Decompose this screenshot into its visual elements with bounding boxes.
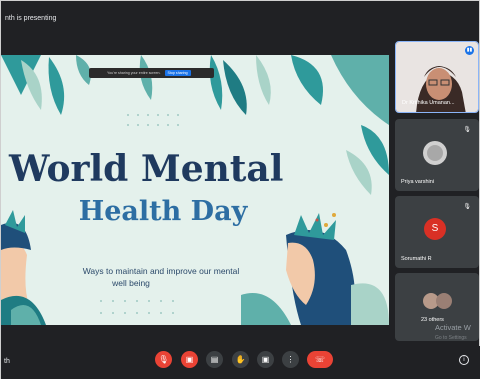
bottom-control-bar: th 🎙 ▣ ▤ ✋ ▣ ⋮ ☏ i	[1, 346, 480, 379]
stop-sharing-button[interactable]: Stop sharing	[164, 70, 191, 76]
raise-hand-icon[interactable]: ✋	[232, 351, 249, 368]
activation-watermark-sub: Go to Settings	[435, 335, 467, 341]
info-icon[interactable]: i	[459, 355, 469, 365]
leaf-decoration	[48, 57, 65, 115]
leaf-decoration	[223, 60, 247, 115]
right-figure-illustration	[241, 213, 389, 325]
participant-name: Dr Krithika Umanan...	[402, 100, 455, 106]
slide-subtitle-line1: Ways to maintain and improve our mental	[82, 266, 240, 276]
avatar: S	[424, 218, 446, 240]
more-options-icon[interactable]: ⋮	[282, 351, 299, 368]
left-figure-illustration	[1, 210, 46, 325]
speaking-icon: ▮▮	[465, 46, 474, 55]
share-notice-text: You're sharing your entire screen.	[107, 71, 161, 75]
present-screen-icon[interactable]: ▣	[257, 351, 274, 368]
leaf-decoration	[209, 55, 223, 110]
participant-tile[interactable]: 🎙 S Sorumathi R	[395, 196, 479, 268]
slide-title-line1: World Mental	[9, 148, 284, 190]
leaf-decoration	[346, 150, 372, 195]
captions-icon[interactable]: ▤	[206, 351, 223, 368]
participant-tile[interactable]: 🎙 Priya varshini	[395, 119, 479, 191]
mic-off-icon: 🎙	[463, 204, 471, 210]
participant-name: Priya varshini	[401, 179, 435, 185]
screen-share-notice: You're sharing your entire screen. Stop …	[89, 68, 214, 78]
top-bar: nth is presenting	[1, 1, 479, 39]
activation-watermark: Activate W	[435, 323, 471, 332]
presentation-stage: You're sharing your entire screen. Stop …	[1, 39, 391, 339]
participant-name: Sorumathi R	[401, 256, 432, 262]
leave-call-icon[interactable]: ☏	[307, 351, 333, 368]
leaf-decoration	[291, 55, 323, 105]
leaf-decoration	[256, 55, 271, 105]
meeting-name: th	[4, 358, 10, 365]
camera-off-icon[interactable]: ▣	[181, 351, 198, 368]
meet-window: nth is presenting You're sharing your en…	[0, 0, 480, 379]
leaf-decoration	[331, 55, 389, 125]
participant-tile[interactable]: ▮▮ Dr Krithika Umanan...	[395, 41, 479, 113]
shared-slide: You're sharing your entire screen. Stop …	[1, 55, 389, 325]
mic-off-icon[interactable]: 🎙	[155, 351, 172, 368]
slide-subtitle-line2: well being	[112, 278, 150, 288]
slide-title-line2: Health Day	[78, 196, 248, 227]
presenting-label: nth is presenting	[5, 15, 57, 22]
